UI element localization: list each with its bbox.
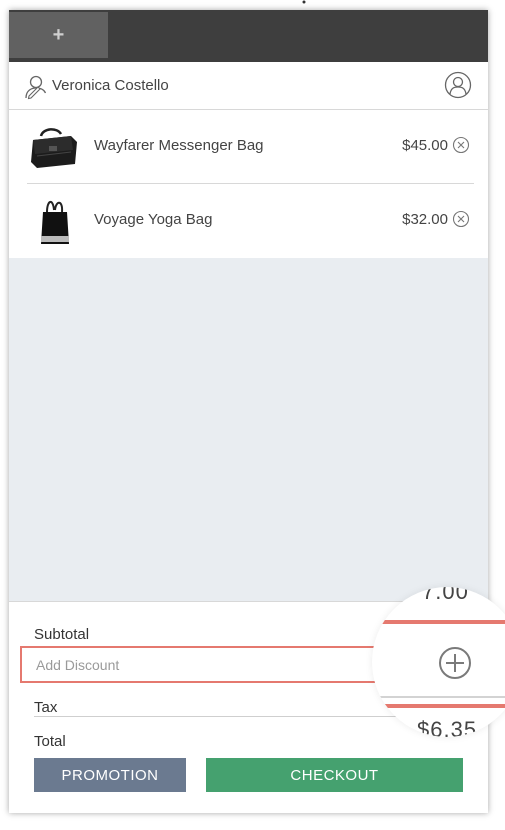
customer-name: Veronica Costello	[52, 77, 169, 94]
cart-item-name: Wayfarer Messenger Bag	[94, 137, 264, 154]
cart-item-price: $32.00	[402, 211, 448, 228]
remove-item-icon[interactable]	[452, 136, 470, 154]
checkout-button[interactable]: CHECKOUT	[206, 758, 463, 792]
yoga-bag-image	[41, 201, 69, 244]
cart-empty-area	[9, 258, 488, 601]
cart-tab-bar: +	[9, 10, 488, 62]
user-edit-icon	[25, 75, 47, 100]
total-label: Total	[34, 733, 66, 750]
add-cart-tab-button[interactable]: +	[9, 12, 108, 58]
messenger-bag-image	[31, 128, 77, 168]
highlight-border-top	[372, 620, 505, 624]
customer-row[interactable]: Veronica Costello	[9, 62, 488, 110]
remove-item-icon[interactable]	[452, 210, 470, 228]
cart-item-name: Voyage Yoga Bag	[94, 211, 213, 228]
magnified-divider	[372, 696, 505, 698]
magnified-subtotal-value: 7.00	[422, 587, 469, 604]
discount-input[interactable]	[34, 653, 368, 677]
cursor-mark-icon	[302, 0, 306, 4]
cart-items-list: Wayfarer Messenger Bag $45.00 Voyage Yog…	[9, 110, 488, 258]
cart-item[interactable]: Voyage Yoga Bag $32.00	[9, 184, 488, 257]
tax-label: Tax	[34, 699, 58, 716]
promotion-button[interactable]: PROMOTION	[34, 758, 186, 792]
highlight-border-bottom	[372, 704, 505, 708]
magnified-tax-value: $6.35	[417, 717, 478, 737]
add-discount-plus-icon[interactable]	[437, 645, 473, 681]
add-discount-field[interactable]	[20, 646, 394, 683]
subtotal-label: Subtotal	[34, 626, 90, 643]
user-circle-icon[interactable]	[444, 71, 472, 99]
cart-item-price: $45.00	[402, 137, 448, 154]
cart-item[interactable]: Wayfarer Messenger Bag $45.00	[9, 110, 488, 184]
